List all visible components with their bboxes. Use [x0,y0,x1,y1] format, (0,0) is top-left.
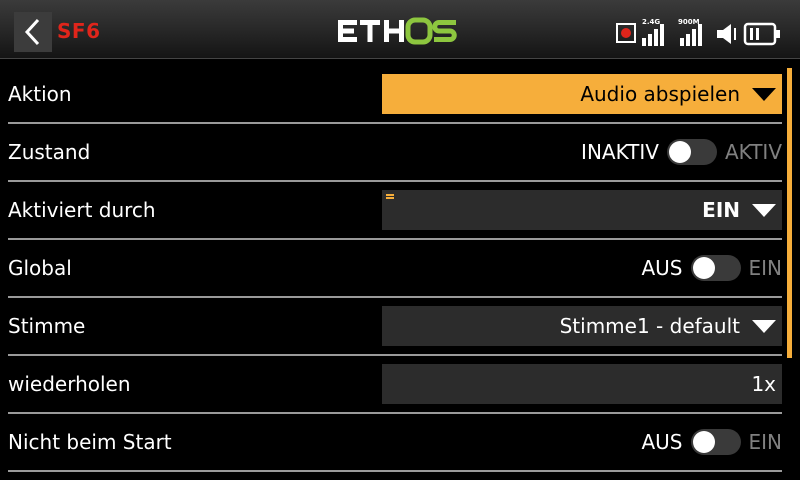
top-bar: SF6 2.4G 900M [0,0,800,59]
speaker-icon [717,24,736,44]
dropdown-caret-icon [752,203,776,217]
stimme-value: Stimme1 - default [559,314,740,338]
nicht-start-label: Nicht beim Start [8,430,172,454]
zustand-toggle[interactable]: INAKTIV AKTIV [581,124,782,180]
signal-2.4g-icon: 2.4G [640,18,670,46]
global-label: Global [8,256,72,280]
row-global: Global AUS EIN [0,240,782,298]
switch-knob [668,141,691,163]
global-toggle[interactable]: AUS EIN [641,240,782,296]
zustand-switch[interactable] [666,139,717,165]
row-zustand: Zustand INAKTIV AKTIV [0,124,782,182]
row-stimme: Stimme Stimme1 - default [0,298,782,356]
back-chevron-icon [24,18,40,46]
stimme-dropdown[interactable]: Stimme1 - default [382,306,782,346]
zustand-label: Zustand [8,140,91,164]
page-title: SF6 [57,19,101,43]
back-button[interactable] [14,12,52,52]
dropdown-caret-icon [752,87,776,101]
stimme-label: Stimme [8,314,86,338]
nicht-start-on-label: EIN [748,430,783,454]
switch-knob [692,257,715,279]
scrollbar[interactable] [787,68,792,358]
aktiviert-dropdown[interactable]: EIN [382,190,782,230]
aktion-dropdown[interactable]: Audio abspielen [382,74,782,114]
aktiviert-label: Aktiviert durch [8,198,156,222]
signal-900m-icon: 900M [676,18,710,46]
aktion-value: Audio abspielen [580,82,740,106]
aktion-label: Aktion [8,82,72,106]
row-wiederholen: wiederholen 1x [0,356,782,414]
global-on-label: EIN [748,256,783,280]
wiederholen-field[interactable]: 1x [382,364,782,404]
switch-knob [692,431,715,453]
global-switch[interactable] [690,255,741,281]
aktiviert-value: EIN [702,198,740,222]
nicht-start-switch[interactable] [690,429,741,455]
nicht-start-off-label: AUS [641,430,683,454]
row-nicht-beim-start: Nicht beim Start AUS EIN [0,414,782,472]
battery-icon [743,22,780,46]
wiederholen-value: 1x [751,372,776,396]
global-off-label: AUS [641,256,683,280]
row-aktion: Aktion Audio abspielen [0,66,782,124]
zustand-off-label: INAKTIV [581,140,659,164]
wiederholen-label: wiederholen [8,372,131,396]
row-aktiviert-durch: Aktiviert durch EIN [0,182,782,240]
zustand-on-label: AKTIV [724,140,782,164]
dropdown-caret-icon [752,319,776,333]
nicht-start-toggle[interactable]: AUS EIN [641,414,782,470]
menu-lines-icon [386,194,394,201]
ethos-logo [338,17,457,45]
record-icon [616,23,636,43]
